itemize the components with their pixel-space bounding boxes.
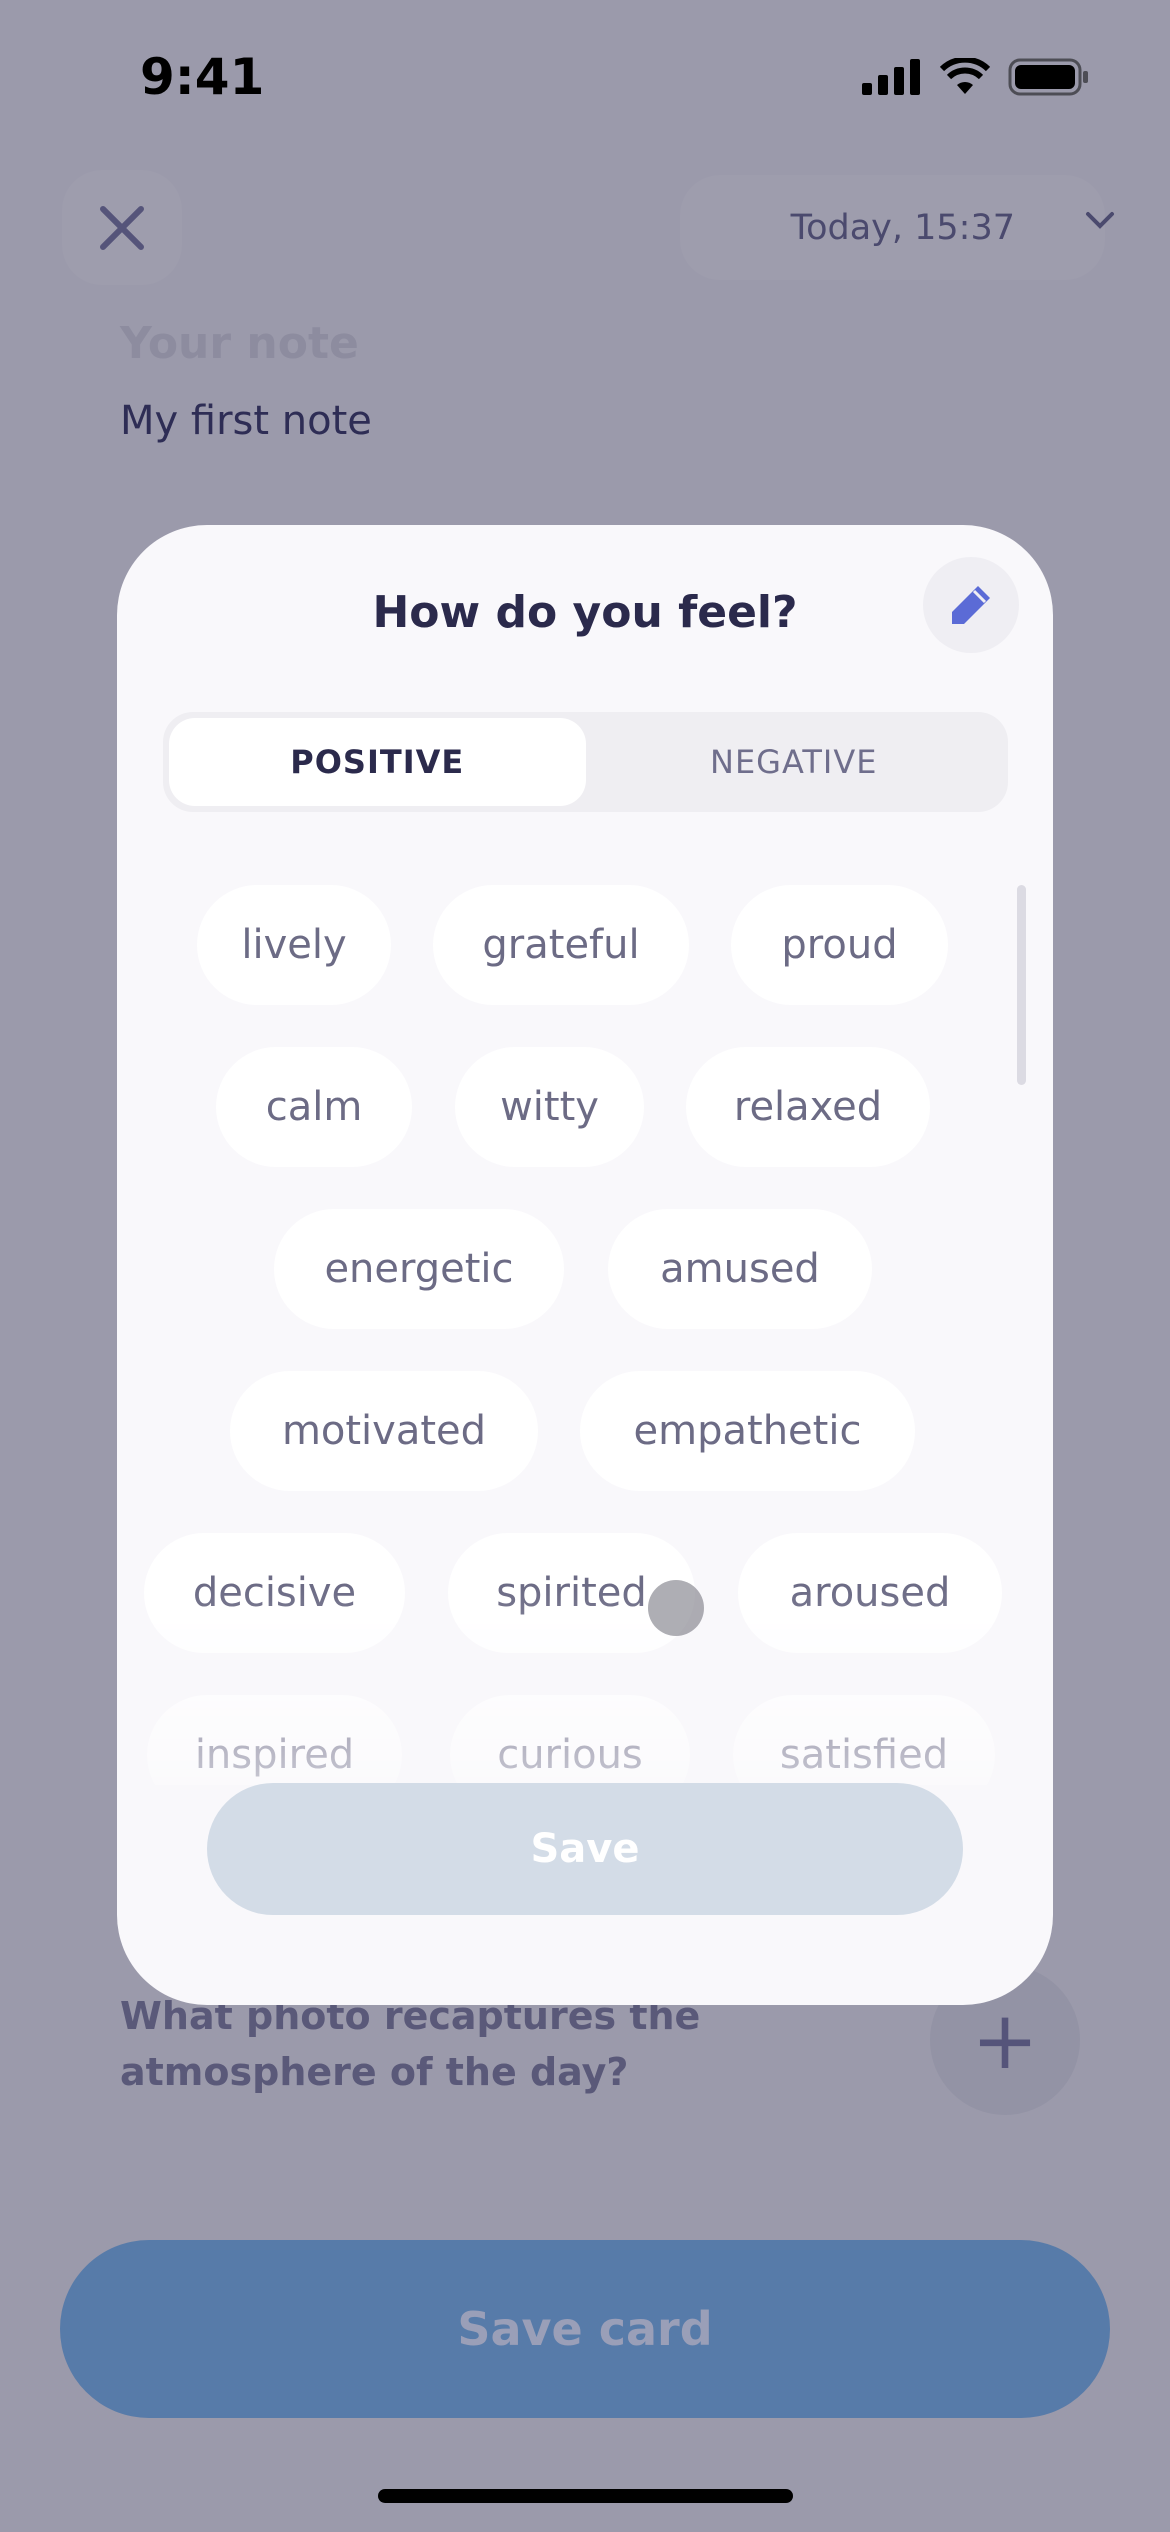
feeling-chip[interactable]: grateful	[433, 885, 689, 1005]
save-card-button[interactable]: Save card	[60, 2240, 1110, 2418]
feeling-type-tabs: POSITIVE NEGATIVE	[163, 712, 1008, 812]
feeling-chip[interactable]: amused	[608, 1209, 872, 1329]
touch-indicator	[648, 1580, 704, 1636]
wifi-icon	[940, 58, 990, 94]
save-button[interactable]: Save	[207, 1783, 963, 1915]
feelings-modal: How do you feel? POSITIVE NEGATIVE livel…	[117, 525, 1053, 2005]
battery-icon	[1008, 58, 1088, 96]
tab-negative[interactable]: NEGATIVE	[586, 718, 1003, 806]
feeling-chip[interactable]: witty	[455, 1047, 644, 1167]
feeling-chip[interactable]: empathetic	[580, 1371, 915, 1491]
cellular-signal-icon	[862, 59, 920, 95]
modal-title: How do you feel?	[372, 587, 798, 638]
home-indicator	[378, 2489, 793, 2503]
feeling-chip[interactable]: energetic	[274, 1209, 564, 1329]
chevron-down-icon	[1086, 212, 1114, 229]
date-selector[interactable]: Today, 15:37	[680, 175, 1105, 280]
close-button[interactable]	[62, 170, 182, 285]
plus-icon: +	[971, 1993, 1039, 2087]
feeling-chips: lively grateful proud calm witty relaxed energ…	[117, 885, 1053, 1785]
edit-button[interactable]	[923, 557, 1019, 653]
feeling-chip[interactable]: proud	[731, 885, 948, 1005]
note-label: Your note	[120, 318, 359, 369]
feeling-chip[interactable]: decisive	[144, 1533, 405, 1653]
close-icon	[100, 205, 144, 250]
feeling-chip[interactable]: aroused	[738, 1533, 1002, 1653]
feeling-chip[interactable]: lively	[197, 885, 391, 1005]
scrollbar[interactable]	[1017, 885, 1026, 1085]
date-label: Today, 15:37	[790, 207, 1015, 248]
feeling-chip[interactable]: relaxed	[686, 1047, 930, 1167]
feeling-chip[interactable]: calm	[216, 1047, 412, 1167]
feeling-chip[interactable]: satisfied	[733, 1695, 995, 1785]
pencil-icon	[952, 586, 990, 624]
status-icons	[862, 58, 1090, 96]
feeling-chip[interactable]: curious	[450, 1695, 690, 1785]
feeling-chip[interactable]: inspired	[147, 1695, 402, 1785]
status-time: 9:41	[140, 48, 265, 106]
tab-positive[interactable]: POSITIVE	[169, 718, 586, 806]
note-input[interactable]: My first note	[120, 398, 372, 444]
feeling-chip[interactable]: motivated	[230, 1371, 538, 1491]
